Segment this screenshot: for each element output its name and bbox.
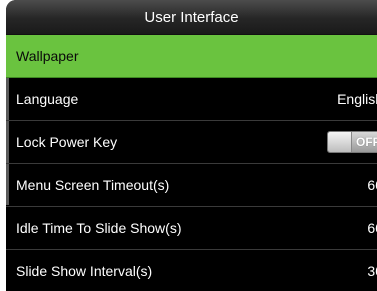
- page-title: User Interface: [144, 8, 239, 26]
- menu-item-label: Menu Screen Timeout(s): [16, 177, 170, 193]
- menu-item-value: English: [337, 91, 377, 107]
- toggle-knob: [328, 132, 352, 152]
- lock-power-key-toggle[interactable]: OFF: [327, 131, 377, 153]
- menu-item-label: Lock Power Key: [16, 134, 118, 150]
- toggle-state-label: OFF: [352, 132, 377, 152]
- menu-item-menu-screen-timeout[interactable]: Menu Screen Timeout(s) 60: [6, 164, 377, 207]
- menu-item-wallpaper[interactable]: Wallpaper: [6, 35, 377, 78]
- menu-item-idle-time-to-slide-show[interactable]: Idle Time To Slide Show(s) 60: [6, 207, 377, 250]
- menu-item-value: 60: [367, 177, 377, 193]
- menu-item-lock-power-key[interactable]: Lock Power Key OFF: [6, 121, 377, 164]
- settings-menu: Wallpaper Language English Lock Power Ke…: [6, 35, 377, 291]
- menu-item-label: Idle Time To Slide Show(s): [16, 220, 182, 236]
- menu-item-value: 30: [367, 263, 377, 279]
- menu-item-label: Language: [16, 91, 79, 107]
- menu-item-label: Wallpaper: [16, 48, 79, 64]
- menu-item-value: 60: [367, 220, 377, 236]
- menu-item-slide-show-interval[interactable]: Slide Show Interval(s) 30: [6, 250, 377, 291]
- device-display: User Interface Wallpaper Language Englis…: [6, 0, 377, 291]
- menu-item-language[interactable]: Language English: [6, 78, 377, 121]
- title-bar: User Interface: [6, 0, 377, 35]
- screen: User Interface Wallpaper Language Englis…: [0, 0, 377, 291]
- menu-item-label: Slide Show Interval(s): [16, 263, 153, 279]
